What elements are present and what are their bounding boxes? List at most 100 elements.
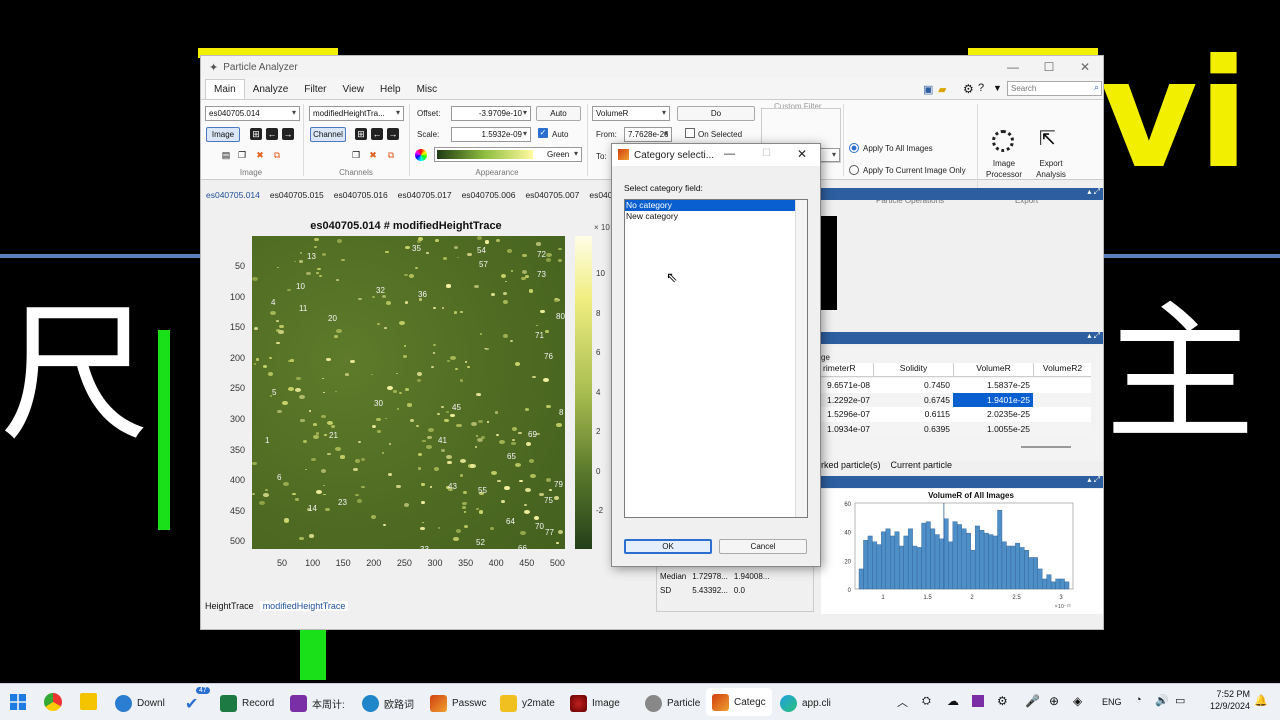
tab-help[interactable]: Help [372, 80, 409, 99]
table-cell[interactable]: 0.6395 [873, 422, 953, 437]
image-button[interactable]: Image [206, 127, 240, 142]
copy-icon[interactable]: ❐ [350, 149, 362, 161]
table-row[interactable]: 1.5296e-07 0.6115 2.0235e-25 [821, 407, 1091, 422]
table-cell[interactable]: 1.5837e-25 [953, 378, 1033, 393]
microphone-icon[interactable]: 🎤 [1025, 694, 1040, 708]
duplicate-icon[interactable]: ⧉ [271, 149, 283, 161]
copy-icon[interactable]: ❐ [236, 149, 248, 161]
table-row[interactable]: 9.6571e-08 0.7450 1.5837e-25 [821, 378, 1091, 393]
grid-icon[interactable]: ⊞ [250, 128, 262, 140]
on-selected-checkbox[interactable] [685, 128, 695, 138]
expand-icon[interactable]: ▴ ⤢ [1087, 475, 1100, 485]
clock[interactable]: 7:52 PM 12/9/2024 [1200, 688, 1250, 712]
table-cell[interactable]: 1.2292e-07 [821, 393, 873, 408]
channel-select[interactable]: modifiedHeightTra... [309, 106, 404, 121]
taskbar-item[interactable]: Passwc [430, 693, 486, 713]
chevron-down-icon[interactable]: ▼ [993, 83, 1002, 93]
grid-icon[interactable]: ⊞ [355, 128, 367, 140]
image-tab[interactable]: es040705.006 [457, 187, 521, 205]
notification-bell-icon[interactable]: 🔔 [1254, 694, 1268, 707]
apply-all-radio[interactable] [849, 143, 859, 153]
channel-tab-heighttrace[interactable]: HeightTrace [205, 601, 254, 611]
table-cell[interactable]: 0.6115 [873, 407, 953, 422]
table-cell[interactable]: 1.9401e-25 [953, 392, 1033, 407]
channel-button[interactable]: Channel [310, 127, 346, 142]
image-tab[interactable]: es040705.015 [265, 187, 329, 205]
image-processor-icon[interactable] [992, 130, 1014, 152]
tab-current-particle[interactable]: Current particle [891, 460, 953, 470]
arrow-right-icon[interactable]: → [282, 128, 294, 140]
tab-main[interactable]: Main [205, 79, 245, 99]
category-list[interactable]: No category New category [624, 199, 808, 518]
afm-height-image[interactable]: 35 54 72 13 57 73 10 32 36 4 11 20 80 71 76 5 30 45 8 1 21 41… [252, 236, 565, 549]
taskbar-item[interactable]: y2mate [500, 693, 555, 713]
table-cell[interactable]: 1.0055e-25 [953, 422, 1033, 437]
table-scrollbar[interactable] [1021, 446, 1071, 448]
auto-scale-checkbox[interactable]: ✓ [538, 128, 548, 138]
tray-app-icon[interactable]: ◈ [1073, 694, 1082, 708]
apply-current-radio[interactable] [849, 165, 859, 175]
sticky-notes-icon[interactable] [80, 693, 97, 710]
save-icon[interactable]: ▣ [923, 83, 933, 96]
battery-icon[interactable]: ▭ [1175, 694, 1185, 707]
delete-icon[interactable]: ✖ [254, 149, 266, 161]
scale-field[interactable]: 1.5932e-09 [451, 127, 531, 142]
gear-icon[interactable]: ⚙ [963, 82, 974, 96]
arrow-right-icon[interactable]: → [387, 128, 399, 140]
taskbar-item-active[interactable]: Categc [706, 688, 772, 716]
export-analysis-label[interactable]: Export Analysis [1029, 158, 1073, 180]
taskbar-item[interactable]: Image [570, 693, 620, 713]
table-cell[interactable]: 1.5296e-07 [821, 407, 873, 422]
chrome-icon[interactable] [44, 693, 62, 711]
cancel-button[interactable]: Cancel [719, 539, 807, 554]
list-item[interactable]: No category [625, 200, 807, 211]
search-input[interactable] [1008, 82, 1088, 95]
col-volumer2[interactable]: VolumeR2 [1033, 363, 1091, 376]
onedrive-icon[interactable]: ☁ [947, 694, 959, 708]
search-box[interactable]: ⌕ [1007, 81, 1102, 96]
table-row[interactable]: 1.0934e-07 0.6395 1.0055e-25 [821, 421, 1091, 437]
col-perimeter[interactable]: rimeterR [821, 363, 873, 376]
taskbar-item[interactable]: Particle [645, 693, 700, 713]
list-item[interactable]: New category [625, 211, 807, 222]
tab-analyze[interactable]: Analyze [245, 80, 297, 99]
do-button[interactable]: Do [677, 106, 755, 121]
windows-start-icon[interactable] [10, 694, 26, 710]
delete-icon[interactable]: ✖ [367, 149, 379, 161]
table-cell[interactable]: 0.7450 [873, 378, 953, 393]
image-processor-label[interactable]: Image Processor [982, 158, 1026, 180]
minimize-button[interactable]: — [995, 56, 1031, 78]
image-tab[interactable]: es040705.007 [520, 187, 584, 205]
table-cell[interactable]: 9.6571e-08 [821, 378, 873, 393]
offset-field[interactable]: -3.9709e-10 [451, 106, 531, 121]
list-scrollbar[interactable] [795, 200, 807, 517]
dialog-maximize-button[interactable]: ☐ [762, 148, 771, 159]
expand-icon[interactable]: ▴ ⤢ [1087, 187, 1100, 197]
image-tab[interactable]: es040705.017 [393, 187, 457, 205]
image-select[interactable]: es040705.014 [205, 106, 300, 121]
export-icon[interactable]: ⇱ [1039, 128, 1056, 150]
table-cell[interactable]: 0.6745 [873, 393, 953, 408]
taskbar-item[interactable]: 欧路词 [362, 693, 414, 713]
color-wheel-icon[interactable] [415, 149, 427, 161]
tab-marked-particles[interactable]: rked particle(s) [821, 460, 881, 470]
tab-filter[interactable]: Filter [296, 80, 334, 99]
colormap-select[interactable]: Green [434, 147, 582, 162]
tray-icon[interactable]: ⛭ [922, 695, 931, 708]
globe-icon[interactable]: ⊕ [1049, 694, 1059, 708]
table-cell[interactable]: 1.0934e-07 [821, 422, 873, 437]
tab-view[interactable]: View [335, 80, 373, 99]
image-tab[interactable]: es040705.016 [329, 187, 393, 205]
onenote-tray-icon[interactable] [972, 695, 984, 707]
table-row[interactable]: 1.2292e-07 0.6745 1.9401e-25 [821, 392, 1091, 408]
table-cell[interactable]: 2.0235e-25 [953, 407, 1033, 422]
field-select[interactable]: VolumeR [592, 106, 670, 121]
image-tab[interactable]: es040705.014 [201, 187, 265, 205]
col-volumer[interactable]: VolumeR [953, 363, 1033, 376]
dialog-minimize-button[interactable]: — [724, 148, 735, 160]
col-solidity[interactable]: Solidity [873, 363, 953, 376]
open-folder-icon[interactable]: ▰ [938, 83, 946, 96]
settings-tray-icon[interactable]: ⚙ [997, 694, 1008, 708]
taskbar-item[interactable]: 本周计: [290, 693, 345, 713]
chevron-up-icon[interactable]: ︿ [897, 694, 908, 710]
